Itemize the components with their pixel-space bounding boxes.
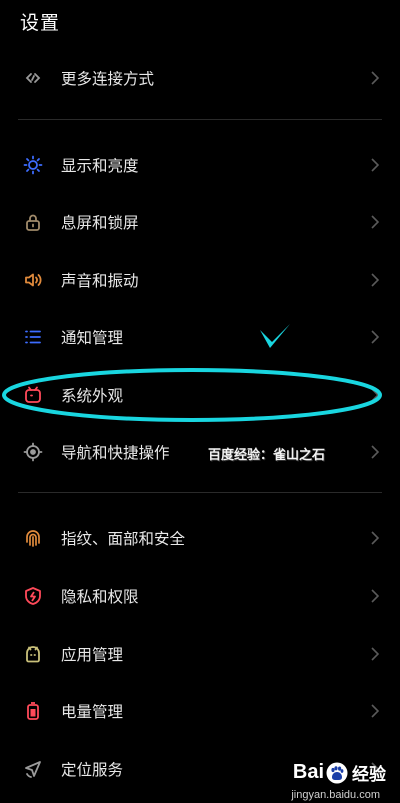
location-icon bbox=[22, 758, 44, 780]
chevron-right-icon bbox=[371, 531, 379, 545]
settings-item-label: 指纹、面部和安全 bbox=[61, 530, 186, 548]
chevron-right-icon bbox=[371, 330, 379, 344]
app-icon bbox=[22, 643, 44, 665]
settings-item-label: 显示和亮度 bbox=[61, 157, 139, 175]
settings-item-label: 声音和振动 bbox=[61, 272, 139, 290]
settings-item-label: 息屏和锁屏 bbox=[61, 214, 139, 232]
paw-icon bbox=[326, 762, 348, 783]
link-icon bbox=[22, 67, 44, 89]
fingerprint-icon bbox=[22, 527, 44, 549]
settings-item-label: 系统外观 bbox=[61, 387, 124, 405]
settings-item-label: 应用管理 bbox=[61, 646, 124, 664]
chevron-right-icon bbox=[371, 71, 379, 85]
chevron-right-icon bbox=[371, 273, 379, 287]
theme-icon bbox=[22, 384, 44, 406]
settings-item-label: 电量管理 bbox=[61, 703, 124, 721]
group-divider bbox=[18, 119, 382, 120]
settings-item-sound-vibration[interactable]: 声音和振动 bbox=[0, 252, 400, 308]
chevron-right-icon bbox=[371, 158, 379, 172]
settings-item-label: 隐私和权限 bbox=[61, 588, 139, 606]
logo-text-right: 经验 bbox=[352, 765, 386, 784]
shield-icon bbox=[22, 585, 44, 607]
settings-item-notifications[interactable]: 通知管理 bbox=[0, 309, 400, 365]
lock-icon bbox=[22, 211, 44, 233]
target-icon bbox=[22, 441, 44, 463]
chevron-right-icon bbox=[371, 704, 379, 718]
battery-icon bbox=[22, 700, 44, 722]
sun-icon bbox=[22, 154, 44, 176]
settings-item-label: 更多连接方式 bbox=[61, 70, 155, 88]
watermark-text: 百度经验：雀山之石 bbox=[208, 448, 326, 463]
list-icon bbox=[22, 326, 44, 348]
settings-item-fingerprint-face-security[interactable]: 指纹、面部和安全 bbox=[0, 510, 400, 566]
baidu-url: jingyan.baidu.com bbox=[291, 789, 380, 801]
speaker-icon bbox=[22, 269, 44, 291]
chevron-right-icon bbox=[371, 388, 379, 402]
settings-item-display-brightness[interactable]: 显示和亮度 bbox=[0, 137, 400, 193]
settings-item-system-appearance[interactable]: 系统外观 bbox=[0, 367, 400, 423]
settings-item-label: 定位服务 bbox=[61, 761, 124, 779]
settings-item-battery-management[interactable]: 电量管理 bbox=[0, 683, 400, 739]
chevron-right-icon bbox=[371, 647, 379, 661]
baidu-jingyan-logo: Bai 经验 bbox=[293, 760, 386, 785]
settings-item-app-management[interactable]: 应用管理 bbox=[0, 626, 400, 682]
chevron-right-icon bbox=[371, 215, 379, 229]
logo-text-left: Bai bbox=[292, 761, 324, 783]
group-divider bbox=[18, 492, 382, 493]
chevron-right-icon bbox=[371, 445, 379, 459]
settings-item-navigation-shortcuts[interactable]: 导航和快捷操作 bbox=[0, 424, 400, 480]
settings-item-screen-lock[interactable]: 息屏和锁屏 bbox=[0, 194, 400, 250]
chevron-right-icon bbox=[371, 589, 379, 603]
settings-item-label: 导航和快捷操作 bbox=[61, 444, 170, 462]
page-title: 设置 bbox=[20, 12, 61, 34]
settings-item-privacy-permissions[interactable]: 隐私和权限 bbox=[0, 568, 400, 624]
settings-item-label: 通知管理 bbox=[61, 329, 124, 347]
settings-item-more-connections[interactable]: 更多连接方式 bbox=[0, 50, 400, 106]
